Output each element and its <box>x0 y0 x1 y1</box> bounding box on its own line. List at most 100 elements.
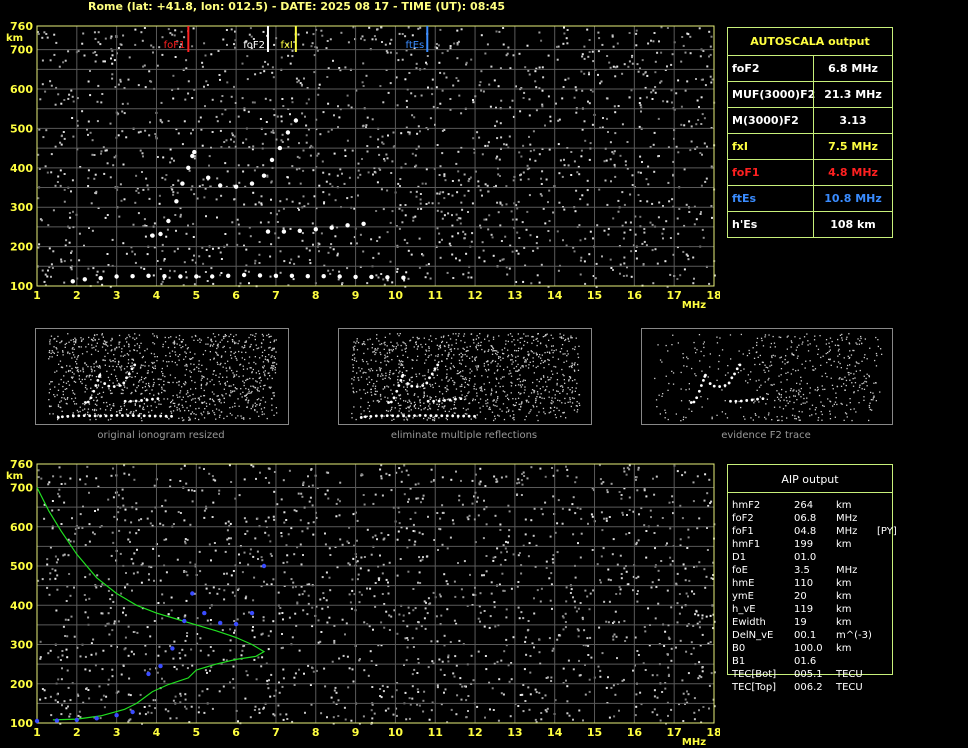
y-tick-label: 200 <box>10 678 33 691</box>
aip-value: 110 <box>794 578 814 589</box>
aip-value: 00.1 <box>794 630 817 641</box>
autoscala-row: foF2 6.8 MHz <box>728 55 892 81</box>
autoscala-row: fxI 7.5 MHz <box>728 133 892 159</box>
y-tick-label: 760 <box>10 20 33 33</box>
trace-point <box>82 277 88 282</box>
autoscala-value: 108 km <box>813 212 892 237</box>
trace-point <box>241 272 247 278</box>
autoscala-row: MUF(3000)F2 21.3 MHz <box>728 81 892 107</box>
y-unit-label: km <box>6 471 23 482</box>
aip-unit: MHz <box>836 565 858 576</box>
thumbnail-eliminate-caption: eliminate multiple reflections <box>390 430 538 441</box>
trace-point <box>194 274 199 279</box>
x-tick-label: 18 <box>706 726 720 739</box>
y-tick-label: 100 <box>10 280 33 293</box>
trace-point <box>202 610 207 616</box>
x-tick-label: 12 <box>467 726 482 739</box>
thumbnail-eliminate <box>338 328 592 425</box>
trace-point <box>130 274 135 279</box>
autoscala-row: M(3000)F2 3.13 <box>728 107 892 133</box>
x-tick-label: 3 <box>113 289 121 302</box>
autoscala-value: 3.13 <box>813 108 892 133</box>
x-unit-label: MHz <box>682 737 706 748</box>
trace-point <box>210 274 215 279</box>
autoscala-param: ftEs <box>732 192 757 205</box>
trace-point <box>249 610 255 616</box>
trace-point <box>146 671 151 677</box>
thumbnail-original <box>35 328 289 425</box>
x-tick-label: 16 <box>627 726 643 739</box>
y-unit-label: km <box>6 33 23 44</box>
trace-point <box>178 274 183 279</box>
autoscala-panel: AUTOSCALA output foF2 6.8 MHz MUF(3000)F2 2… <box>727 27 893 238</box>
x-tick-label: 16 <box>627 289 643 302</box>
x-tick-label: 5 <box>192 289 200 302</box>
trace-point <box>192 149 197 155</box>
x-tick-label: 8 <box>312 726 320 739</box>
x-tick-label: 6 <box>232 726 240 739</box>
x-tick-label: 17 <box>667 289 682 302</box>
aip-value: 19 <box>794 617 807 628</box>
trace-point <box>313 227 318 232</box>
trace-point <box>206 175 211 180</box>
aip-value: 06.8 <box>794 513 817 524</box>
aip-unit: km <box>836 500 852 511</box>
aip-name: hmF1 <box>732 539 761 550</box>
trace-point <box>269 157 275 163</box>
x-tick-label: 15 <box>587 289 602 302</box>
x-tick-label: 7 <box>272 289 280 302</box>
y-tick-label: 600 <box>10 83 33 96</box>
profile-line <box>36 487 266 721</box>
y-tick-label: 300 <box>10 639 33 652</box>
grid <box>36 464 715 724</box>
aip-value: 01.0 <box>794 552 817 563</box>
aip-name: hmF2 <box>732 500 761 511</box>
x-tick-label: 13 <box>507 726 522 739</box>
trace-point <box>305 274 310 279</box>
trace-point <box>70 279 76 284</box>
aip-name: foF2 <box>732 513 754 524</box>
autoscala-param: foF2 <box>732 62 760 75</box>
aip-value: 04.8 <box>794 526 817 537</box>
aip-unit: km <box>836 591 852 602</box>
aip-unit: TECU <box>836 669 863 680</box>
trace-point <box>114 274 119 279</box>
trace-point <box>174 199 179 204</box>
trace-point <box>233 621 239 627</box>
thumbnail-f2 <box>641 328 893 425</box>
trace-point <box>226 273 231 278</box>
autoscala-row: foF1 4.8 MHz <box>728 159 892 185</box>
trace-point <box>74 717 80 723</box>
trace-point <box>218 620 223 626</box>
aip-name: D1 <box>732 552 747 563</box>
thumbnail-original-image <box>48 333 278 422</box>
trace-point <box>162 274 167 279</box>
trace-point <box>166 218 171 224</box>
aip-value: 20 <box>794 591 807 602</box>
aip-title: AIP output <box>781 473 839 486</box>
x-unit-label: MHz <box>682 300 706 311</box>
y-tick-label: 300 <box>10 201 33 214</box>
x-tick-label: 10 <box>388 726 404 739</box>
y-tick-label: 500 <box>10 560 33 573</box>
x-tick-label: 1 <box>33 726 41 739</box>
trace-point <box>361 221 366 226</box>
marker-label: foF1 <box>164 40 186 51</box>
trace-point <box>329 225 334 230</box>
aip-name: TEC[Bot] <box>732 669 777 680</box>
aip-unit: km <box>836 643 852 654</box>
trace-point <box>182 618 187 624</box>
y-tick-label: 100 <box>10 717 33 730</box>
aip-unit: TECU <box>836 682 863 693</box>
trace-point <box>353 274 358 280</box>
aip-value: 3.5 <box>794 565 810 576</box>
marker-label: foF2 <box>243 40 265 51</box>
trace-point <box>54 718 60 723</box>
trace-point <box>337 274 342 279</box>
trace-point <box>218 183 223 188</box>
trace-point <box>34 718 40 724</box>
trace-point <box>261 173 267 178</box>
trace-point <box>150 233 155 238</box>
autoscala-row: h'Es 108 km <box>728 211 892 237</box>
y-tick-label: 500 <box>10 122 33 135</box>
